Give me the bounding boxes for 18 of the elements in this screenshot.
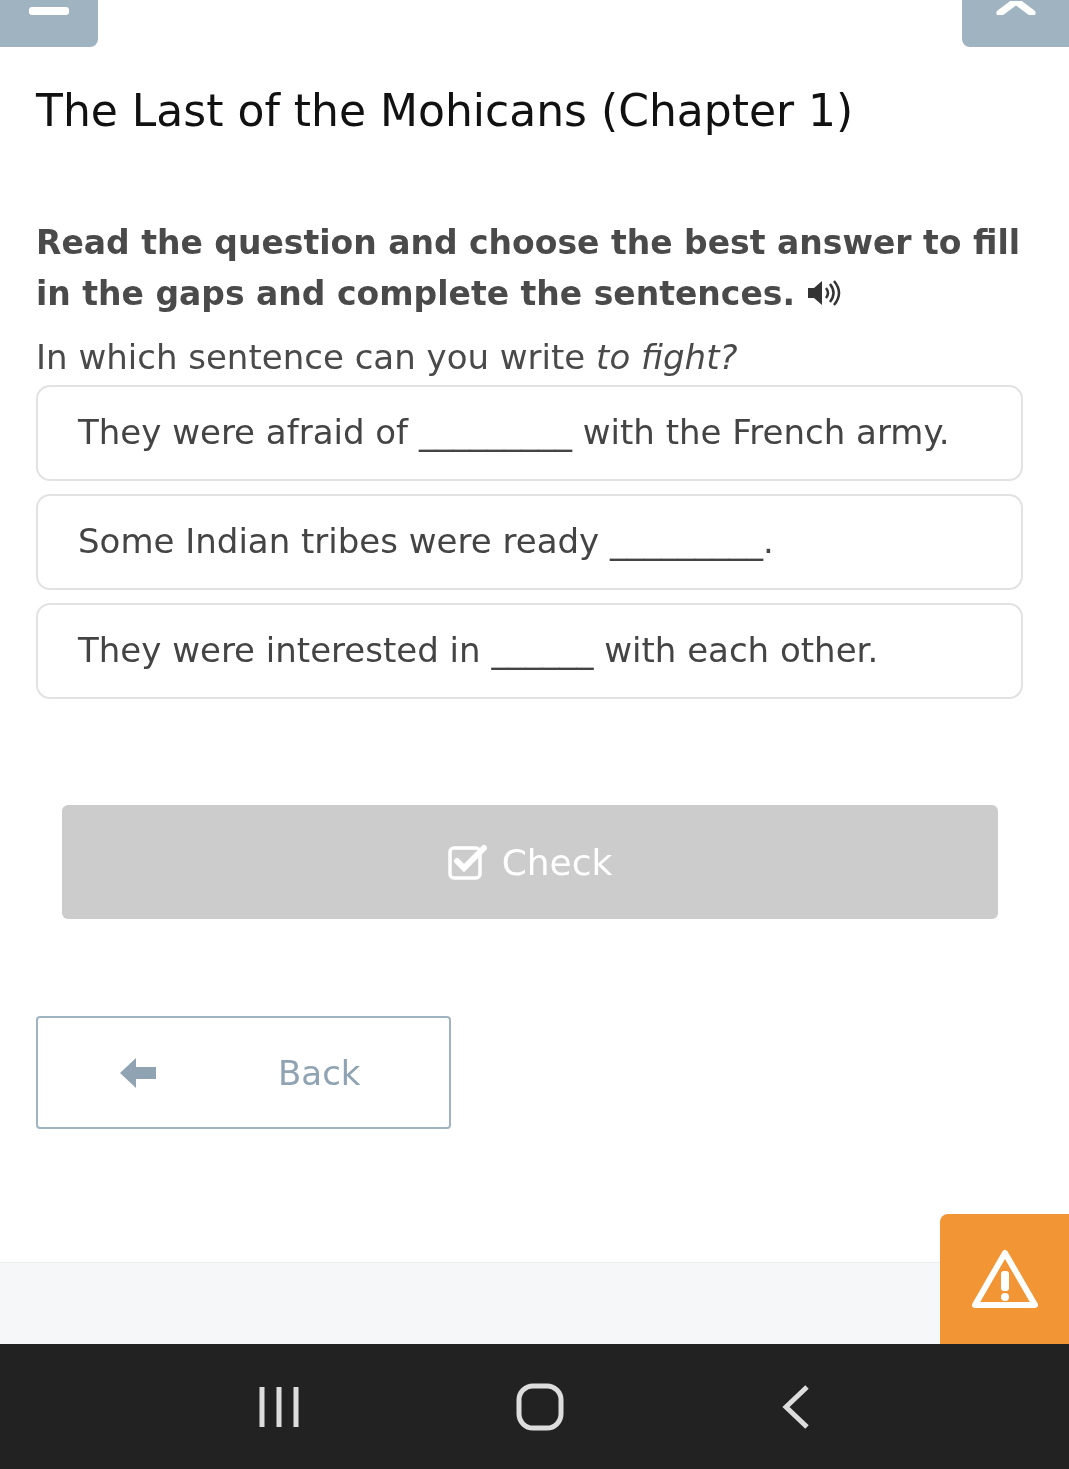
chevron-left-icon bbox=[780, 1383, 811, 1430]
page-title: The Last of the Mohicans (Chapter 1) bbox=[36, 84, 855, 138]
speaker-icon[interactable] bbox=[806, 278, 843, 308]
close-icon bbox=[995, 0, 1036, 15]
home-button[interactable] bbox=[516, 1382, 565, 1431]
checkbox-icon bbox=[447, 844, 488, 880]
answer-option[interactable]: They were afraid of _________ with the French army. bbox=[36, 385, 1023, 481]
back-nav-button[interactable] bbox=[780, 1383, 811, 1430]
answer-option[interactable]: They were interested in ______ with each other. bbox=[36, 603, 1023, 699]
question-text: In which sentence can you write to fight? bbox=[36, 336, 739, 379]
home-icon bbox=[516, 1382, 565, 1431]
menu-icon bbox=[29, 6, 69, 15]
instruction-text: Read the question and choose the best answer to fill in the gaps and complete the sentences. bbox=[36, 222, 1022, 315]
recent-apps-icon bbox=[258, 1384, 301, 1429]
answer-option[interactable]: Some Indian tribes were ready _________. bbox=[36, 494, 1023, 590]
warning-icon bbox=[970, 1249, 1039, 1309]
arrow-left-icon bbox=[118, 1055, 158, 1090]
recent-apps-button[interactable] bbox=[258, 1384, 301, 1429]
